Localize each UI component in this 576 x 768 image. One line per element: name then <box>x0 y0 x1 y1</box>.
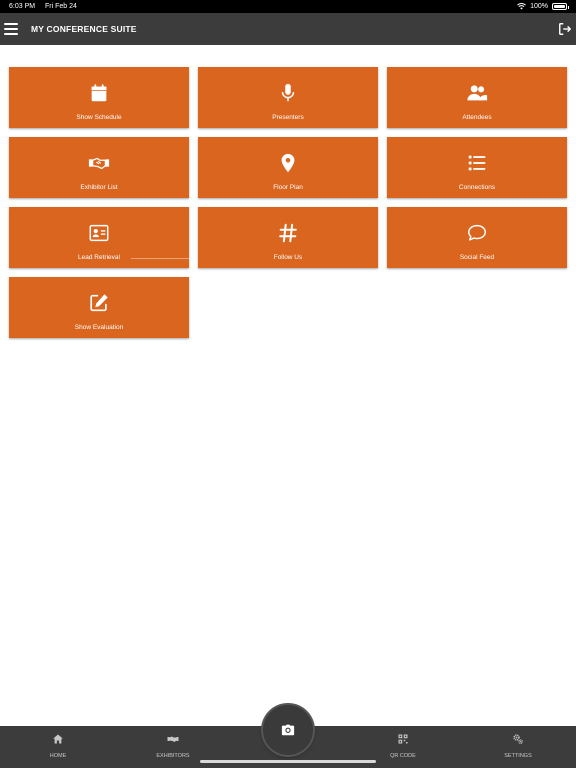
status-left: 6:03 PM Fri Feb 24 <box>9 0 77 13</box>
calendar-icon <box>91 84 107 102</box>
tile-exhibitor-list[interactable]: Exhibitor List <box>9 137 189 198</box>
app-screen: 6:03 PM Fri Feb 24 100% MY CONFERENCE SU… <box>0 0 576 768</box>
tile-label: Attendees <box>462 114 492 121</box>
tile-label: Follow Us <box>273 254 303 261</box>
logout-icon[interactable] <box>558 22 572 36</box>
tile-attendees[interactable]: Attendees <box>387 67 567 128</box>
handshake-icon <box>167 736 179 742</box>
hamburger-menu-icon[interactable] <box>3 20 19 38</box>
page-title: MY CONFERENCE SUITE <box>31 24 137 34</box>
wifi-icon <box>517 3 526 10</box>
tile-floor-plan[interactable]: Floor Plan <box>198 137 378 198</box>
tile-connections[interactable]: Connections <box>387 137 567 198</box>
tile-label: Social Feed <box>459 254 495 261</box>
tile-label: Exhibitor List <box>80 184 118 191</box>
status-right: 100% <box>517 0 569 13</box>
tile-label: Floor Plan <box>273 184 303 191</box>
tile-follow-us[interactable]: Follow Us <box>198 207 378 268</box>
app-header: MY CONFERENCE SUITE <box>0 13 576 45</box>
tile-presenters[interactable]: Presenters <box>198 67 378 128</box>
home-indicator <box>200 760 376 763</box>
hashtag-icon <box>279 223 297 243</box>
nav-settings[interactable]: SETTINGS <box>468 726 568 768</box>
qr-code-icon <box>398 734 408 744</box>
tile-show-evaluation[interactable]: Show Evaluation <box>9 277 189 338</box>
tile-show-schedule[interactable]: Show Schedule <box>9 67 189 128</box>
status-bar: 6:03 PM Fri Feb 24 100% <box>0 0 576 13</box>
speech-bubble-icon <box>468 224 486 241</box>
gears-icon <box>513 734 523 744</box>
microphone-icon <box>281 83 295 102</box>
nav-home[interactable]: HOME <box>8 726 108 768</box>
nav-label: HOME <box>49 753 67 759</box>
camera-button[interactable] <box>263 705 313 755</box>
nav-label: SETTINGS <box>504 753 532 759</box>
handshake-icon <box>88 157 110 170</box>
list-icon <box>468 155 486 171</box>
tile-social-feed[interactable]: Social Feed <box>387 207 567 268</box>
label-underline <box>131 258 189 259</box>
tile-label: Show Evaluation <box>74 324 124 331</box>
tile-label: Presenters <box>272 114 304 121</box>
tile-label: Connections <box>458 184 496 191</box>
tile-label: Show Schedule <box>76 114 122 121</box>
id-card-icon <box>89 224 109 242</box>
battery-fill <box>554 5 565 8</box>
status-date: Fri Feb 24 <box>45 3 77 10</box>
nav-label: EXHIBITORS <box>156 753 190 759</box>
edit-icon <box>90 294 108 312</box>
users-icon <box>467 85 488 101</box>
map-pin-icon <box>281 153 295 173</box>
nav-label: QR CODE <box>390 753 416 759</box>
camera-icon <box>281 724 295 736</box>
status-time: 6:03 PM <box>9 3 36 10</box>
battery-icon <box>552 3 569 10</box>
tile-lead-retrieval[interactable]: Lead Retrieval <box>9 207 189 268</box>
home-icon <box>53 734 63 744</box>
battery-percent: 100% <box>530 3 548 10</box>
